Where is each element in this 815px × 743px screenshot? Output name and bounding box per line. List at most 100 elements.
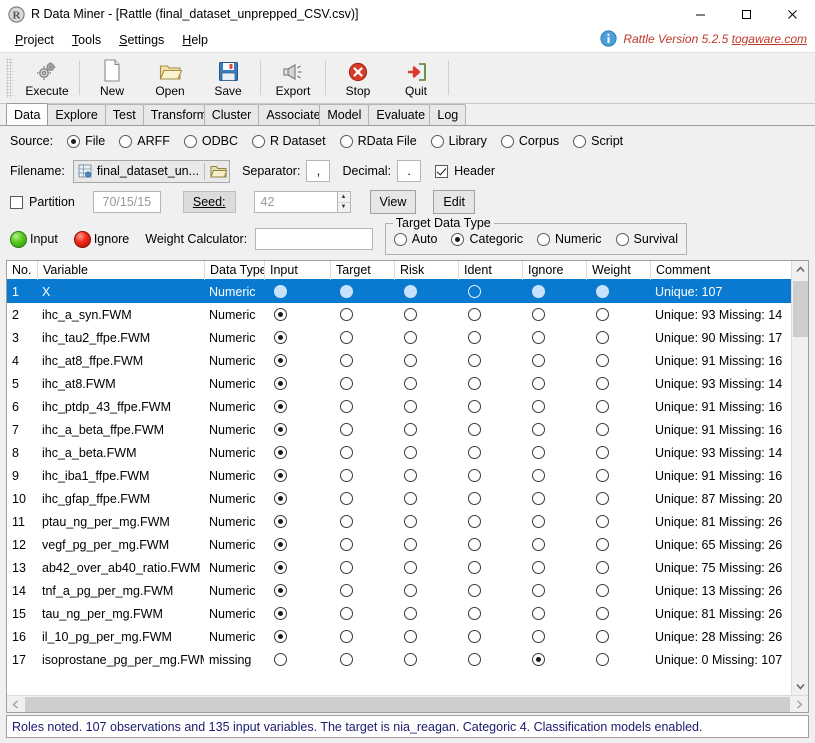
radio-ignore-icon[interactable] [532,308,545,321]
horizontal-scroll-track[interactable] [24,696,791,713]
cell-role-risk[interactable] [394,349,458,372]
radio-ident-icon[interactable] [468,469,481,482]
input-role-button[interactable]: Input [10,230,58,248]
target-type-auto[interactable]: Auto [393,232,437,246]
radio-input-icon[interactable] [274,561,287,574]
radio-ident-icon[interactable] [468,515,481,528]
radio-ignore-icon[interactable] [532,423,545,436]
cell-role-target[interactable] [330,418,394,441]
tab-transform[interactable]: Transform [142,104,205,125]
radio-risk-icon[interactable] [404,354,417,367]
radio-risk-icon[interactable] [404,538,417,551]
cell-role-ignore[interactable] [522,441,586,464]
minimize-button[interactable] [677,0,723,28]
cell-role-ident[interactable] [458,441,522,464]
cell-role-weight[interactable] [586,625,650,648]
decimal-input[interactable]: . [397,160,422,182]
cell-role-target[interactable] [330,556,394,579]
seed-spin-arrows[interactable]: ▲ ▼ [337,191,351,213]
radio-risk-icon[interactable] [404,630,417,643]
cell-role-target[interactable] [330,648,394,671]
column-header-ignore[interactable]: Ignore [522,261,586,280]
radio-ignore-icon[interactable] [532,653,545,666]
menu-help[interactable]: Help [173,31,217,49]
table-row[interactable]: 1 X Numeric Unique: 107 [7,280,791,303]
header-checkbox[interactable]: Header [435,164,495,178]
radio-input-icon[interactable] [274,446,287,459]
radio-ignore-icon[interactable] [532,561,545,574]
radio-weight-icon[interactable] [596,400,609,413]
cell-role-weight[interactable] [586,464,650,487]
ignore-role-button[interactable]: Ignore [73,230,129,248]
radio-target-icon[interactable] [340,538,353,551]
radio-weight-icon[interactable] [596,492,609,505]
cell-role-ident[interactable] [458,487,522,510]
radio-ident-icon[interactable] [468,538,481,551]
cell-role-ignore[interactable] [522,556,586,579]
radio-weight-icon[interactable] [596,561,609,574]
cell-role-ident[interactable] [458,418,522,441]
table-row[interactable]: 14 tnf_a_pg_per_mg.FWM Numeric Unique: 13 M… [7,579,791,602]
cell-role-risk[interactable] [394,326,458,349]
seed-value[interactable]: 42 [253,191,338,213]
vertical-scrollbar[interactable] [791,261,808,695]
radio-risk-icon[interactable] [404,331,417,344]
radio-risk-icon[interactable] [404,561,417,574]
table-row[interactable]: 16 il_10_pg_per_mg.FWM Numeric Unique: 28 M… [7,625,791,648]
cell-role-target[interactable] [330,602,394,625]
source-option-library[interactable]: Library [430,134,487,148]
cell-role-target[interactable] [330,533,394,556]
cell-role-ident[interactable] [458,579,522,602]
cell-role-ident[interactable] [458,625,522,648]
new-button[interactable]: New [83,54,141,102]
tab-associate[interactable]: Associate [258,104,321,125]
cell-role-risk[interactable] [394,625,458,648]
table-row[interactable]: 10 ihc_gfap_ffpe.FWM Numeric Unique: 87 Mis… [7,487,791,510]
radio-input-icon[interactable] [274,607,287,620]
seed-spinbox[interactable]: 42 ▲ ▼ [253,191,351,213]
cell-role-ignore[interactable] [522,510,586,533]
cell-role-input[interactable] [264,372,330,395]
tab-evaluate[interactable]: Evaluate [368,104,431,125]
radio-target-icon[interactable] [340,400,353,413]
cell-role-risk[interactable] [394,556,458,579]
scroll-left-icon[interactable] [7,696,24,713]
cell-role-weight[interactable] [586,441,650,464]
radio-weight-icon[interactable] [596,515,609,528]
cell-role-target[interactable] [330,349,394,372]
radio-risk-icon[interactable] [404,400,417,413]
cell-role-ident[interactable] [458,395,522,418]
tab-cluster[interactable]: Cluster [203,104,260,125]
separator-input[interactable]: , [306,160,331,182]
cell-role-target[interactable] [330,372,394,395]
quit-button[interactable]: Quit [387,54,445,102]
column-header-comment[interactable]: Comment [650,261,791,280]
horizontal-scroll-thumb[interactable] [25,696,790,712]
execute-button[interactable]: Execute [18,54,76,102]
radio-weight-icon[interactable] [596,653,609,666]
cell-role-input[interactable] [264,280,330,303]
cell-role-input[interactable] [264,395,330,418]
radio-target-icon[interactable] [340,354,353,367]
cell-role-ignore[interactable] [522,395,586,418]
cell-role-ignore[interactable] [522,326,586,349]
radio-ident-icon[interactable] [468,308,481,321]
radio-ident-icon[interactable] [468,492,481,505]
table-row[interactable]: 9 ihc_iba1_ffpe.FWM Numeric Unique: 91 Miss… [7,464,791,487]
radio-ignore-icon[interactable] [532,492,545,505]
cell-role-ignore[interactable] [522,625,586,648]
radio-weight-icon[interactable] [596,308,609,321]
source-option-odbc[interactable]: ODBC [183,134,238,148]
cell-role-ignore[interactable] [522,648,586,671]
radio-input-icon[interactable] [274,630,287,643]
cell-role-risk[interactable] [394,303,458,326]
cell-role-input[interactable] [264,579,330,602]
table-row[interactable]: 4 ihc_at8_ffpe.FWM Numeric Unique: 91 Missi… [7,349,791,372]
cell-role-weight[interactable] [586,556,650,579]
radio-weight-icon[interactable] [596,584,609,597]
cell-role-risk[interactable] [394,648,458,671]
table-row[interactable]: 5 ihc_at8.FWM Numeric Unique: 93 Missing: 1… [7,372,791,395]
column-header-datatype[interactable]: Data Type [204,261,264,280]
cell-role-ignore[interactable] [522,487,586,510]
cell-role-target[interactable] [330,625,394,648]
